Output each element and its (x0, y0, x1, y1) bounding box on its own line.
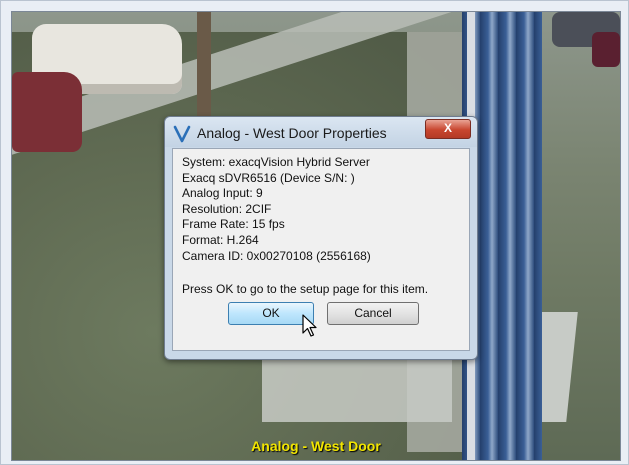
dialog-titlebar[interactable]: Analog - West Door Properties X (165, 117, 477, 147)
properties-info: System: exacqVision Hybrid Server Exacq … (182, 155, 371, 264)
mouse-cursor-icon (302, 314, 317, 337)
red-car (12, 72, 82, 152)
info-device: Exacq sDVR6516 (Device S/N: ) (182, 170, 355, 185)
info-frame-rate: Frame Rate: 15 fps (182, 217, 285, 232)
info-system: System: exacqVision Hybrid Server (182, 155, 370, 169)
info-resolution: Resolution: 2CIF (182, 201, 272, 216)
info-format: Format: H.264 (182, 232, 259, 247)
dialog-body: System: exacqVision Hybrid Server Exacq … (172, 148, 470, 351)
exacq-v-logo-icon (173, 125, 191, 143)
properties-dialog: Analog - West Door Properties X System: … (164, 116, 478, 360)
info-camera-id: Camera ID: 0x00270108 (2556168) (182, 248, 371, 263)
maroon-car (592, 32, 620, 67)
tree-trunk (197, 12, 211, 132)
camera-caption: Analog - West Door (251, 438, 381, 454)
info-analog-input: Analog Input: 9 (182, 186, 263, 201)
setup-prompt: Press OK to go to the setup page for thi… (182, 282, 429, 296)
close-button[interactable]: X (425, 119, 471, 139)
cancel-button[interactable]: Cancel (327, 302, 419, 325)
dialog-title: Analog - West Door Properties (197, 125, 387, 141)
screenshot-frame: Analog - West Door Analog - West Door Pr… (0, 0, 629, 465)
